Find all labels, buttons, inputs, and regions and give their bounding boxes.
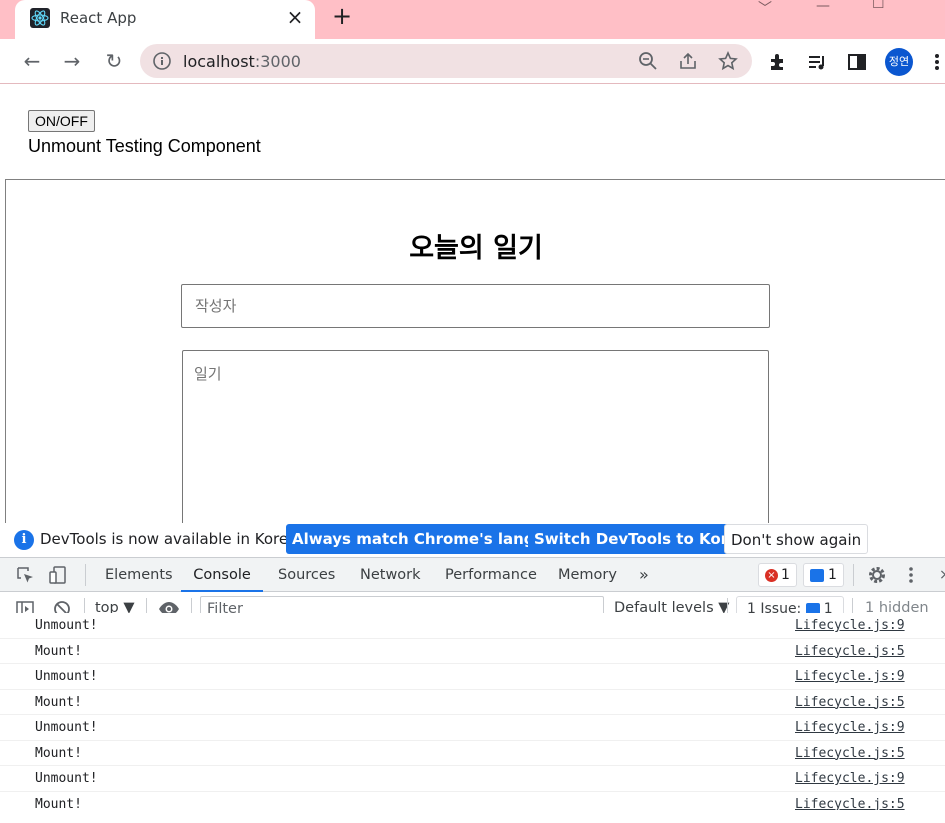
diary-editor: 오늘의 일기 (5, 179, 945, 540)
address-bar[interactable]: localhost:3000 (140, 44, 752, 78)
more-tabs-icon[interactable]: » (636, 558, 652, 592)
maximize-icon[interactable]: ☐ (872, 0, 885, 12)
infobar-message: DevTools is now available in Korean! (40, 530, 313, 548)
back-icon[interactable]: ← (19, 48, 45, 74)
devtools-tab-elements[interactable]: Elements (102, 558, 176, 592)
source-link[interactable]: Lifecycle.js:9 (795, 720, 905, 735)
devtools-tab-bar: Elements Console Sources Network Perform… (0, 557, 945, 592)
source-link[interactable]: Lifecycle.js:9 (795, 669, 905, 684)
tab-close-icon[interactable]: × (285, 5, 305, 29)
tab-search-icon[interactable]: ﹀ (758, 0, 772, 18)
message-icon (810, 568, 824, 582)
devtools-tab-network[interactable]: Network (357, 558, 424, 592)
dont-show-again-button[interactable]: Don't show again (724, 524, 869, 554)
profile-avatar[interactable]: 정연 (885, 48, 913, 76)
source-link[interactable]: Lifecycle.js:9 (795, 771, 905, 786)
device-toolbar-icon[interactable] (48, 565, 68, 585)
devtools-menu-icon[interactable] (904, 565, 924, 585)
source-link[interactable]: Lifecycle.js:9 (795, 618, 905, 633)
share-icon[interactable] (677, 50, 699, 72)
console-log-row: Mount! Lifecycle.js:5 (0, 792, 945, 811)
console-log-row: Mount! Lifecycle.js:5 (0, 690, 945, 715)
new-tab-icon[interactable]: + (330, 4, 354, 29)
zoom-icon[interactable] (637, 50, 659, 72)
side-panel-icon[interactable] (846, 51, 868, 73)
console-log-row: Unmount! Lifecycle.js:9 (0, 664, 945, 690)
diary-title: 오늘의 일기 (409, 233, 543, 264)
url-text: localhost:3000 (183, 52, 301, 71)
page-viewport: ON/OFF Unmount Testing Component 오늘의 일기 (0, 85, 945, 540)
devtools-tab-console[interactable]: Console (181, 558, 263, 592)
console-log-row: Unmount! Lifecycle.js:9 (0, 613, 945, 639)
source-link[interactable]: Lifecycle.js:5 (795, 695, 905, 710)
chrome-menu-icon[interactable] (930, 51, 945, 73)
separator (85, 564, 86, 586)
source-link[interactable]: Lifecycle.js:5 (795, 644, 905, 659)
devtools-language-infobar: i DevTools is now available in Korean! A… (0, 523, 945, 557)
devtools-tab-memory[interactable]: Memory (555, 558, 620, 592)
on-off-button[interactable]: ON/OFF (28, 110, 95, 132)
error-count-badge[interactable]: × 1 (758, 563, 797, 587)
site-info-icon[interactable] (152, 51, 172, 71)
message-count-badge[interactable]: 1 (803, 563, 844, 587)
author-input[interactable] (181, 284, 770, 328)
tab-strip: React App × + ﹀ — ☐ (0, 0, 945, 39)
devtools-tab-sources[interactable]: Sources (275, 558, 338, 592)
react-logo-icon (30, 8, 50, 28)
browser-toolbar: ← → ↻ localhost:3000 정연 (0, 39, 945, 84)
extensions-icon[interactable] (767, 51, 789, 73)
source-link[interactable]: Lifecycle.js:5 (795, 746, 905, 761)
settings-gear-icon[interactable] (867, 565, 887, 585)
error-icon: × (765, 568, 778, 582)
tab-title: React App (60, 9, 137, 27)
minimize-icon[interactable]: — (816, 0, 830, 14)
console-log-row: Unmount! Lifecycle.js:9 (0, 715, 945, 741)
console-output: Unmount! Lifecycle.js:9 Mount! Lifecycle.j… (0, 613, 945, 810)
console-log-row: Unmount! Lifecycle.js:9 (0, 766, 945, 792)
reload-icon[interactable]: ↻ (101, 48, 127, 74)
inspect-element-icon[interactable] (15, 565, 35, 585)
browser-tab[interactable]: React App × (15, 0, 315, 39)
console-log-row: Mount! Lifecycle.js:5 (0, 741, 945, 766)
info-icon: i (14, 530, 34, 550)
media-controls-icon[interactable] (806, 51, 828, 73)
console-log-row: Mount! Lifecycle.js:5 (0, 639, 945, 664)
separator (853, 564, 854, 586)
source-link[interactable]: Lifecycle.js:5 (795, 797, 905, 811)
close-devtools-icon[interactable]: × (936, 558, 945, 592)
unmount-testing-text: Unmount Testing Component (28, 136, 261, 156)
forward-icon[interactable]: → (59, 48, 85, 74)
devtools-tab-performance[interactable]: Performance (442, 558, 540, 592)
diary-content-textarea[interactable] (182, 350, 769, 540)
bookmark-star-icon[interactable] (717, 50, 739, 72)
